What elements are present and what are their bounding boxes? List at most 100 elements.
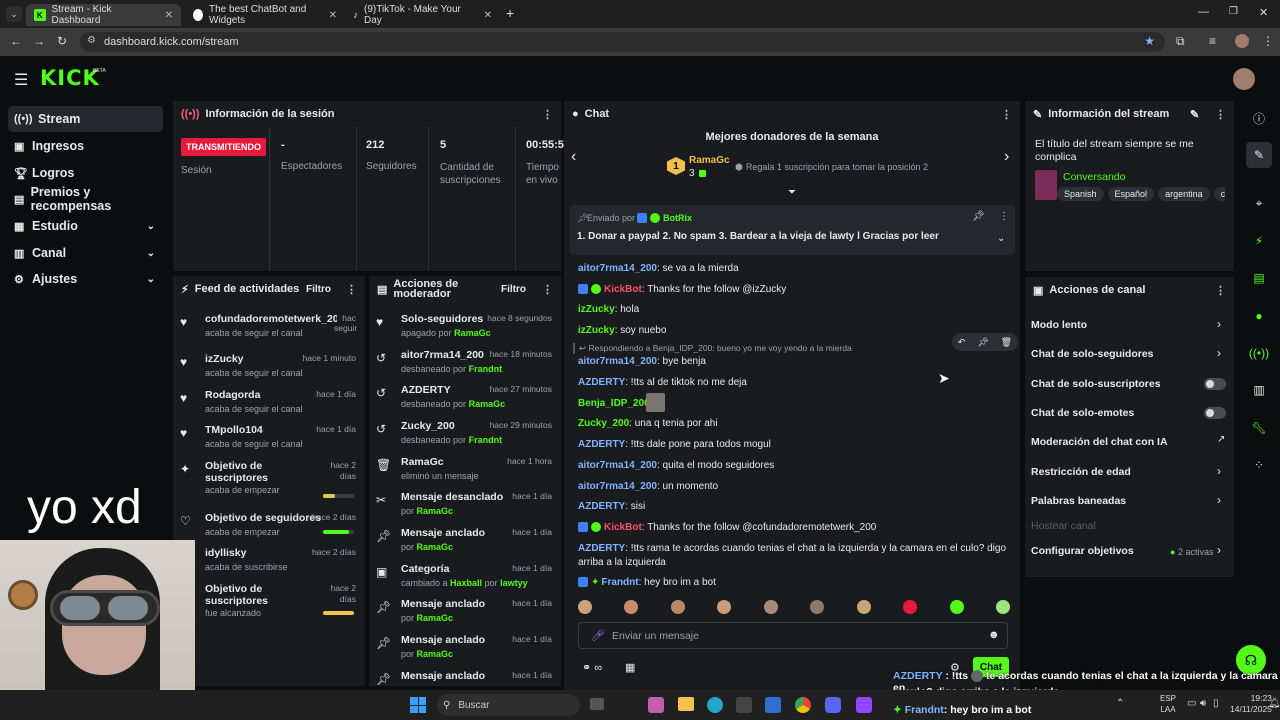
sidebar-item-stream[interactable]: ((•)) Stream (8, 106, 163, 132)
battery-icon[interactable]: ▯ (1213, 698, 1219, 709)
chat-username[interactable]: aitor7rma14_200 (578, 460, 657, 471)
emote-icon[interactable] (763, 600, 778, 614)
followers-only-setting[interactable]: Chat de solo-seguidores (1031, 348, 1154, 360)
mail-icon[interactable] (765, 697, 781, 713)
taskbar-search[interactable]: ⚲ Buscar (437, 694, 580, 716)
chat-input[interactable]: 🎤︎ Enviar un mensaje ☻ (578, 622, 1008, 649)
emote-icon[interactable] (856, 600, 871, 614)
browser-tab-tiktok[interactable]: ♪ (9)TikTok - Make Your Day ✕ (345, 4, 500, 26)
more-options-icon[interactable]: ⋮ (542, 283, 553, 296)
collapse-arrow-icon[interactable]: ⏷ (788, 187, 796, 198)
browser-tab-kick[interactable]: K Stream - Kick Dashboard ✕ (26, 4, 181, 26)
more-options-icon[interactable]: ⋮ (1215, 108, 1226, 121)
app-icon[interactable] (856, 697, 872, 713)
tag-pill[interactable]: ch (1213, 187, 1225, 201)
external-link-icon[interactable]: ↗ (1217, 434, 1225, 445)
chevron-right-icon[interactable]: › (1217, 346, 1221, 360)
tag-pill[interactable]: argentina (1158, 187, 1210, 201)
restore-icon[interactable]: ❐ (1229, 6, 1238, 17)
sidebar-item-canal[interactable]: ▥ Canal ⌄ (8, 240, 163, 266)
close-tab-icon[interactable]: ✕ (329, 10, 337, 21)
emoji-icon[interactable]: ☻ (988, 629, 1000, 641)
chat-username[interactable]: AZDERTY (578, 501, 625, 512)
broadcast-icon[interactable]: ((•)) (1246, 340, 1272, 366)
mod-action-by[interactable]: RamaGc (417, 613, 454, 623)
ai-moderation-setting[interactable]: Moderación del chat con IA (1031, 436, 1168, 448)
sidebar-item-estudio[interactable]: ▦ Estudio ⌄ (8, 213, 163, 239)
configure-goals-setting[interactable]: Configurar objetivos (1031, 545, 1134, 557)
windows-start-icon[interactable] (410, 697, 426, 713)
wrench-icon[interactable]: 🔧︎ (1246, 415, 1272, 441)
sidebar-item-logros[interactable]: 🏆︎ Logros (8, 160, 163, 186)
chat-username[interactable]: Benja_IDP_200 (578, 398, 650, 409)
emotes-only-toggle[interactable] (1204, 407, 1226, 419)
chat-username[interactable]: aitor7rma14_200 (578, 263, 657, 274)
close-tab-icon[interactable]: ✕ (165, 10, 173, 21)
mod-action-by[interactable]: RamaGc (417, 649, 454, 659)
emote-icon[interactable] (717, 600, 732, 614)
close-window-icon[interactable]: ✕ (1259, 6, 1268, 19)
slow-mode-setting[interactable]: Modo lento (1031, 319, 1087, 331)
hamburger-menu-icon[interactable]: ☰ (14, 70, 28, 90)
emote-icon[interactable] (578, 600, 592, 614)
clock[interactable]: 19:23 14/11/2025 (1230, 693, 1272, 715)
back-icon[interactable]: ← (10, 34, 22, 48)
clipboard-icon[interactable]: ▤ (1246, 265, 1272, 291)
emote-icon[interactable] (670, 600, 685, 614)
banned-words-setting[interactable]: Palabras baneadas (1031, 495, 1126, 507)
mod-action-by[interactable]: RamaGc (417, 542, 454, 552)
chat-username[interactable]: AZDERTY (578, 543, 625, 554)
chat-username[interactable]: KickBot (604, 522, 642, 533)
chat-username[interactable]: izZucky (578, 325, 615, 336)
chat-username[interactable]: aitor7rma14_200 (578, 356, 657, 367)
kick-logo[interactable]: KICK (40, 66, 100, 90)
mod-action-by[interactable]: RamaGc (469, 399, 506, 409)
reply-icon[interactable]: ↶ (958, 337, 966, 348)
forward-icon[interactable]: → (33, 34, 45, 48)
extensions-icon[interactable]: ⧉ (1176, 34, 1185, 49)
more-options-icon[interactable]: ⋮ (1215, 284, 1226, 297)
focus-icon[interactable]: ⌖ (1246, 190, 1272, 216)
sidebar-item-premios[interactable]: ▤ Premios y recompensas (8, 185, 163, 213)
bookmark-star-icon[interactable]: ★ (1144, 34, 1155, 48)
delete-icon[interactable]: 🗑︎ (1001, 337, 1012, 348)
profile-avatar[interactable] (1235, 34, 1249, 48)
mod-action-by[interactable]: RamaGc (417, 506, 454, 516)
emote-icon[interactable] (995, 600, 1010, 614)
mod-action-by[interactable]: RamaGc (454, 328, 491, 338)
chat-username[interactable]: Zucky_200 (578, 418, 629, 429)
chevron-right-icon[interactable]: › (1217, 317, 1221, 331)
bolt-icon[interactable]: ⚡︎ (1246, 228, 1272, 254)
pinned-by-user[interactable]: BotRix (663, 213, 692, 223)
microphone-icon[interactable]: 🎤︎ (591, 629, 605, 642)
unpin-icon[interactable]: 📌︎ (972, 211, 985, 222)
chevron-right-icon[interactable]: › (1004, 148, 1009, 166)
site-info-icon[interactable]: ⚙ (87, 35, 96, 46)
mod-filter-button[interactable]: Filtro (501, 284, 526, 295)
chevron-down-icon[interactable]: ⌄ (997, 233, 1005, 244)
volume-icon[interactable]: 🔊︎ (1200, 698, 1206, 709)
chat-icon[interactable]: ● (1246, 303, 1272, 329)
chat-username[interactable]: AZDERTY (578, 377, 625, 388)
emote-icon[interactable] (624, 600, 639, 614)
store-icon[interactable]: ▦ (625, 661, 635, 674)
chat-username[interactable]: AZDERTY (578, 439, 625, 450)
minimize-icon[interactable]: — (1198, 6, 1209, 18)
top-donor-name[interactable]: RamaGc (689, 155, 730, 166)
edge-icon[interactable] (707, 697, 723, 713)
file-explorer-icon[interactable] (678, 697, 694, 711)
feed-filter-button[interactable]: Filtro (306, 284, 331, 295)
url-field[interactable]: ⚙ dashboard.kick.com/stream ★ (80, 32, 1165, 52)
language-indicator[interactable]: ESP LAA (1160, 693, 1176, 715)
category-name[interactable]: Conversando (1063, 171, 1125, 183)
gift-cta[interactable]: ⬢ Regala 1 suscripción para tomar la posi… (735, 162, 928, 173)
browser-menu-icon[interactable]: ⋮ (1262, 34, 1274, 48)
layout-icon[interactable]: ▥ (1246, 377, 1272, 403)
chat-username[interactable]: aitor7rma14_200 (578, 481, 657, 492)
chevron-left-icon[interactable]: ‹ (571, 148, 576, 166)
tag-pill[interactable]: Spanish (1057, 187, 1104, 201)
more-options-icon[interactable]: ⋮ (999, 211, 1009, 222)
age-restriction-setting[interactable]: Restricción de edad (1031, 466, 1131, 478)
m365-icon[interactable] (648, 697, 664, 713)
tray-chevron-icon[interactable]: ⌃ (1116, 698, 1124, 709)
